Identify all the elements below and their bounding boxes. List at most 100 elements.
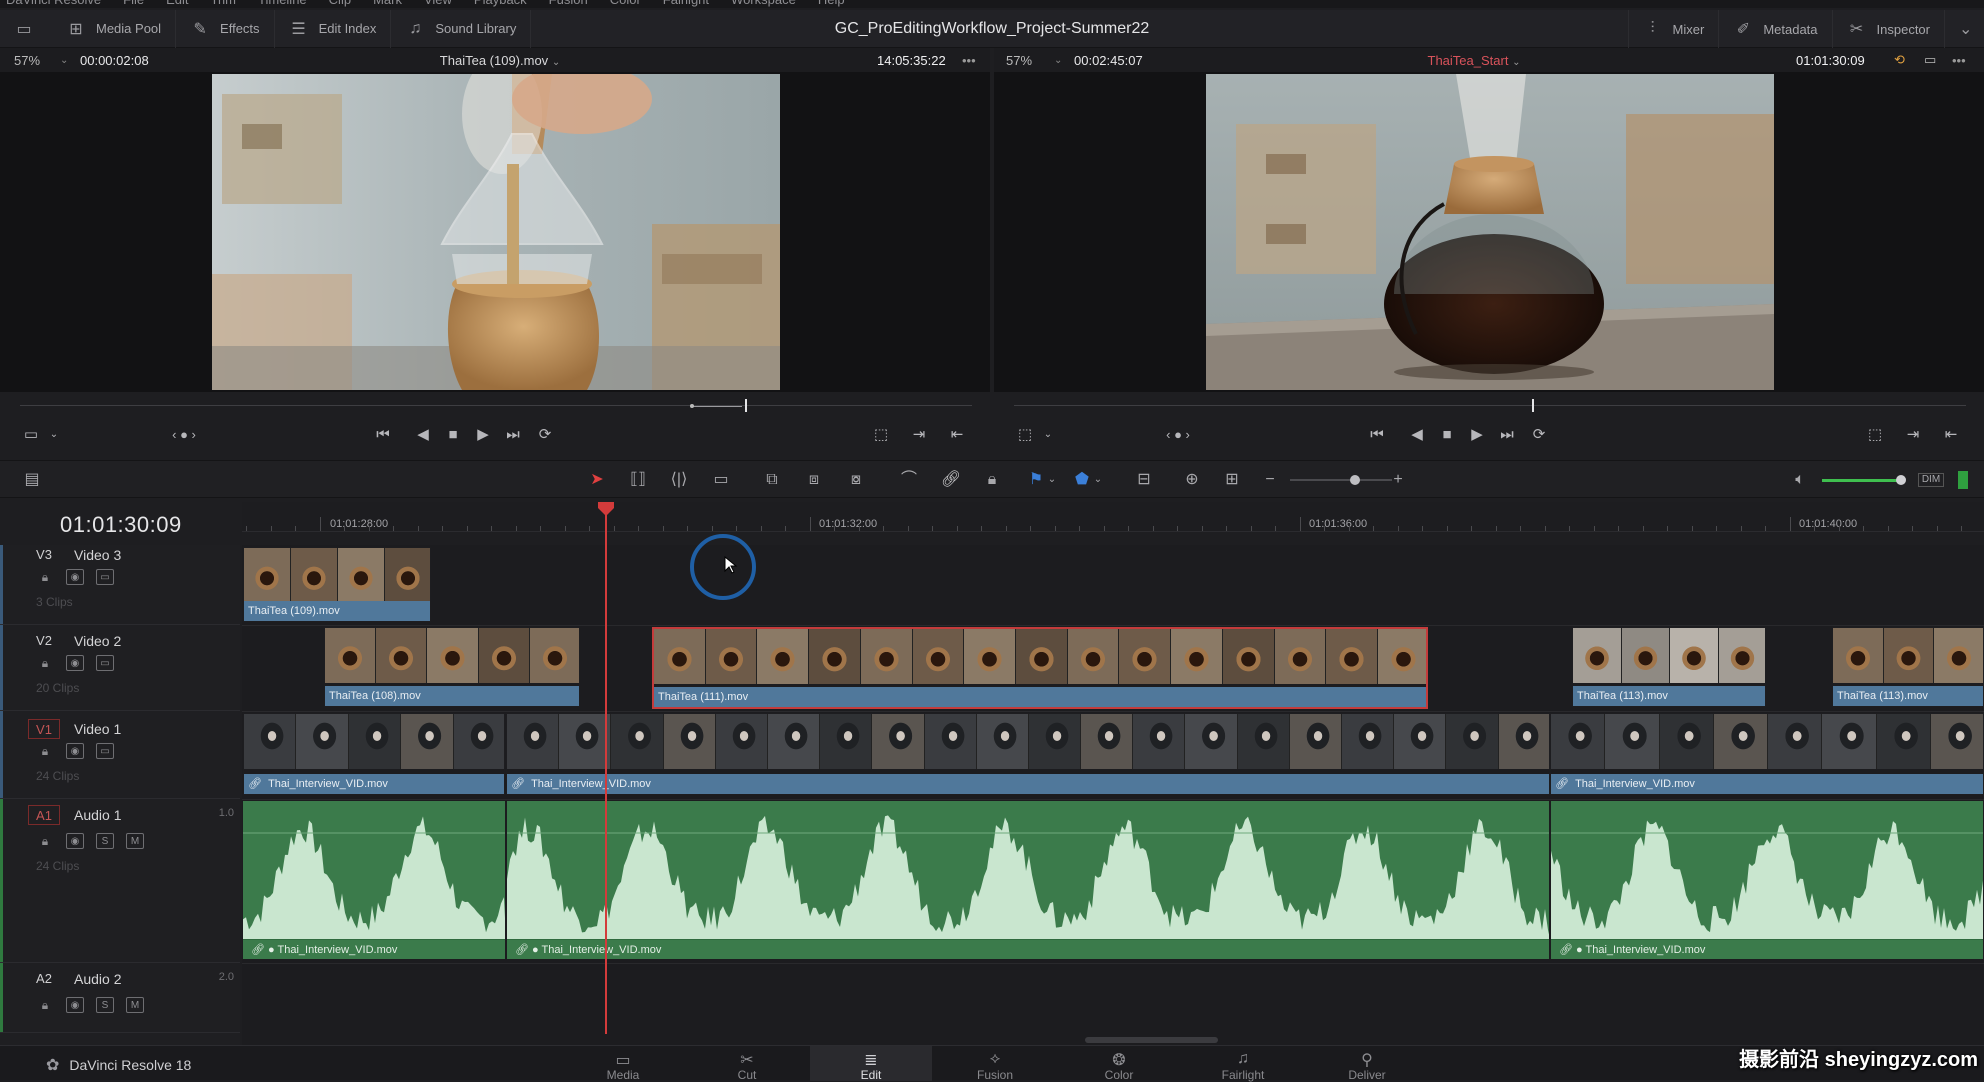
menu-item[interactable]: Timeline xyxy=(258,0,307,8)
solo-button[interactable]: S xyxy=(96,997,114,1013)
timeline-clip[interactable]: ThaiTea (113).mov xyxy=(1832,627,1984,707)
track-name[interactable]: Video 1 xyxy=(74,721,121,737)
timeline-clip[interactable]: ThaiTea (113).mov xyxy=(1572,627,1766,707)
jog-control[interactable]: ‹ ● › xyxy=(164,427,204,442)
effects-button[interactable]: ✎ Effects xyxy=(176,10,275,48)
source-zoom[interactable]: 57% xyxy=(0,53,60,68)
timeline-scrollbar[interactable] xyxy=(1085,1037,1218,1043)
mute-button[interactable]: M xyxy=(126,833,144,849)
timeline-clip[interactable]: 🔗︎ Thai_Interview_VID.mov xyxy=(506,713,1550,795)
timeline-name[interactable]: ThaiTea_Start ⌄ xyxy=(1404,53,1544,68)
track-name[interactable]: Video 2 xyxy=(74,633,121,649)
go-to-end-icon[interactable]: ⏭ xyxy=(1496,426,1518,443)
page-tab-deliver[interactable]: ⚲Deliver xyxy=(1306,1046,1428,1081)
menu-item[interactable]: Fairlight xyxy=(663,0,709,8)
viewer-layout-icon[interactable]: ⬚ xyxy=(1014,425,1036,443)
source-clip-name[interactable]: ThaiTea (109).mov ⌄ xyxy=(380,53,620,68)
page-tab-fairlight[interactable]: ♫Fairlight xyxy=(1182,1046,1304,1081)
lock-icon[interactable]: 🔒︎ xyxy=(36,997,54,1013)
timeline-clip[interactable]: ThaiTea (108).mov xyxy=(324,627,580,707)
timeline-clip[interactable]: 🔗︎ Thai_Interview_VID.mov xyxy=(1550,713,1984,795)
metadata-button[interactable]: ✐ Metadata xyxy=(1718,10,1831,48)
trim-tool-icon[interactable]: ⟦⟧ xyxy=(626,469,650,491)
sync-icon[interactable]: ⟲ xyxy=(1894,52,1905,68)
zoom-slider[interactable] xyxy=(1290,479,1392,481)
loop-icon[interactable]: ⟳ xyxy=(534,425,556,443)
volume-slider-handle[interactable] xyxy=(1896,475,1906,485)
play-icon[interactable]: ▶ xyxy=(1466,425,1488,443)
selection-tool-icon[interactable]: ➤ xyxy=(585,469,609,491)
blade-tool-icon[interactable]: ▭ xyxy=(709,469,733,491)
disable-track-icon[interactable]: ▭ xyxy=(96,743,114,759)
timeline-scrub-bar[interactable] xyxy=(1014,402,1966,410)
flag-icon[interactable]: ⚑ xyxy=(1024,469,1048,491)
dynamic-trim-icon[interactable]: ⟨|⟩ xyxy=(667,469,691,491)
detail-zoom-icon[interactable]: ⊕ xyxy=(1180,469,1204,491)
audio-clip[interactable]: 🔗︎ ● Thai_Interview_VID.mov xyxy=(507,801,1550,959)
menu-item[interactable]: Workspace xyxy=(731,0,796,8)
lock-icon[interactable]: 🔒︎ xyxy=(36,743,54,759)
menu-item[interactable]: Fusion xyxy=(549,0,588,8)
mark-out-icon[interactable]: ⇤ xyxy=(1940,425,1962,443)
track-id[interactable]: V2 xyxy=(28,631,60,651)
menu-item[interactable]: Clip xyxy=(329,0,351,8)
sound-library-button[interactable]: ♫ Sound Library xyxy=(391,10,531,48)
timeline-view-options-icon[interactable]: ▤ xyxy=(18,469,46,491)
timeline-zoom[interactable]: 57% xyxy=(994,53,1054,68)
menu-item[interactable]: DaVinci Resolve xyxy=(6,0,101,8)
auto-select-icon[interactable]: ◉ xyxy=(66,655,84,671)
auto-select-icon[interactable]: ◉ xyxy=(66,569,84,585)
audio-clip[interactable]: 🔗︎ ● Thai_Interview_VID.mov xyxy=(243,801,506,959)
auto-select-icon[interactable]: ◉ xyxy=(66,997,84,1013)
stop-icon[interactable]: ■ xyxy=(1436,426,1458,443)
menu-item[interactable]: File xyxy=(123,0,144,8)
match-frame-icon[interactable]: ⬚ xyxy=(870,425,892,443)
chevron-down-icon[interactable]: ⌄ xyxy=(1092,469,1104,491)
disable-track-icon[interactable]: ▭ xyxy=(96,569,114,585)
play-reverse-icon[interactable]: ◀ xyxy=(1406,425,1428,443)
replace-clip-icon[interactable]: ⧇ xyxy=(844,469,868,491)
mark-in-icon[interactable]: ⇥ xyxy=(908,425,930,443)
menu-item[interactable]: View xyxy=(424,0,452,8)
track-id[interactable]: V3 xyxy=(28,545,60,565)
media-pool-button[interactable]: ⊞ Media Pool xyxy=(52,10,176,48)
timeline-clip[interactable]: ThaiTea (109).mov xyxy=(243,547,431,622)
timeline-clip[interactable]: 🔗︎ Thai_Interview_VID.mov xyxy=(243,713,505,795)
expand-button[interactable]: ⌄ xyxy=(1944,10,1984,48)
page-tab-edit[interactable]: ≣Edit xyxy=(810,1046,932,1081)
marker-icon[interactable]: ⬟ xyxy=(1070,469,1094,491)
timeline-ruler[interactable]: 01:01:28:0001:01:32:0001:01:36:0001:01:4… xyxy=(242,502,1984,532)
viewer-layout-icon[interactable]: ▭ xyxy=(20,425,42,443)
play-reverse-icon[interactable]: ◀ xyxy=(412,425,434,443)
loop-icon[interactable]: ⟳ xyxy=(1528,425,1550,443)
track-name[interactable]: Audio 1 xyxy=(74,807,121,823)
lock-icon[interactable]: 🔒︎ xyxy=(36,655,54,671)
zoom-in-icon[interactable]: + xyxy=(1386,469,1410,491)
lock-icon[interactable]: 🔒︎ xyxy=(36,833,54,849)
menu-item[interactable]: Mark xyxy=(373,0,402,8)
menu-item[interactable]: Trim xyxy=(211,0,237,8)
track-id[interactable]: A1 xyxy=(28,805,60,825)
volume-icon[interactable]: 🔈︎ xyxy=(1788,469,1812,491)
jog-control[interactable]: ‹ ● › xyxy=(1158,427,1198,442)
chevron-down-icon[interactable]: ⌄ xyxy=(1046,469,1058,491)
insert-clip-icon[interactable]: ⧉ xyxy=(760,469,784,491)
track-name[interactable]: Video 3 xyxy=(74,547,121,563)
custom-zoom-icon[interactable]: ⊞ xyxy=(1220,469,1244,491)
timeline-playhead[interactable] xyxy=(605,502,607,1034)
dim-button[interactable]: DIM xyxy=(1918,473,1944,487)
track-name[interactable]: Audio 2 xyxy=(74,971,121,987)
audio-clip[interactable]: 🔗︎ ● Thai_Interview_VID.mov xyxy=(1551,801,1984,959)
more-options-icon[interactable]: ••• xyxy=(962,53,976,68)
page-tab-color[interactable]: ❂Color xyxy=(1058,1046,1180,1081)
volume-slider[interactable] xyxy=(1822,479,1902,482)
page-tab-media[interactable]: ▭Media xyxy=(562,1046,684,1081)
track-id[interactable]: V1 xyxy=(28,719,60,739)
match-frame-icon[interactable]: ⬚ xyxy=(1864,425,1886,443)
timeline-scrub-playhead[interactable] xyxy=(1532,399,1534,412)
go-to-end-icon[interactable]: ⏭ xyxy=(502,426,524,443)
source-playhead[interactable] xyxy=(745,399,747,412)
edit-index-button[interactable]: ☰ Edit Index xyxy=(275,10,392,48)
timeline-viewer-timecode[interactable]: 00:02:45:07 xyxy=(1074,53,1143,68)
lock-icon[interactable]: 🔒︎ xyxy=(36,569,54,585)
